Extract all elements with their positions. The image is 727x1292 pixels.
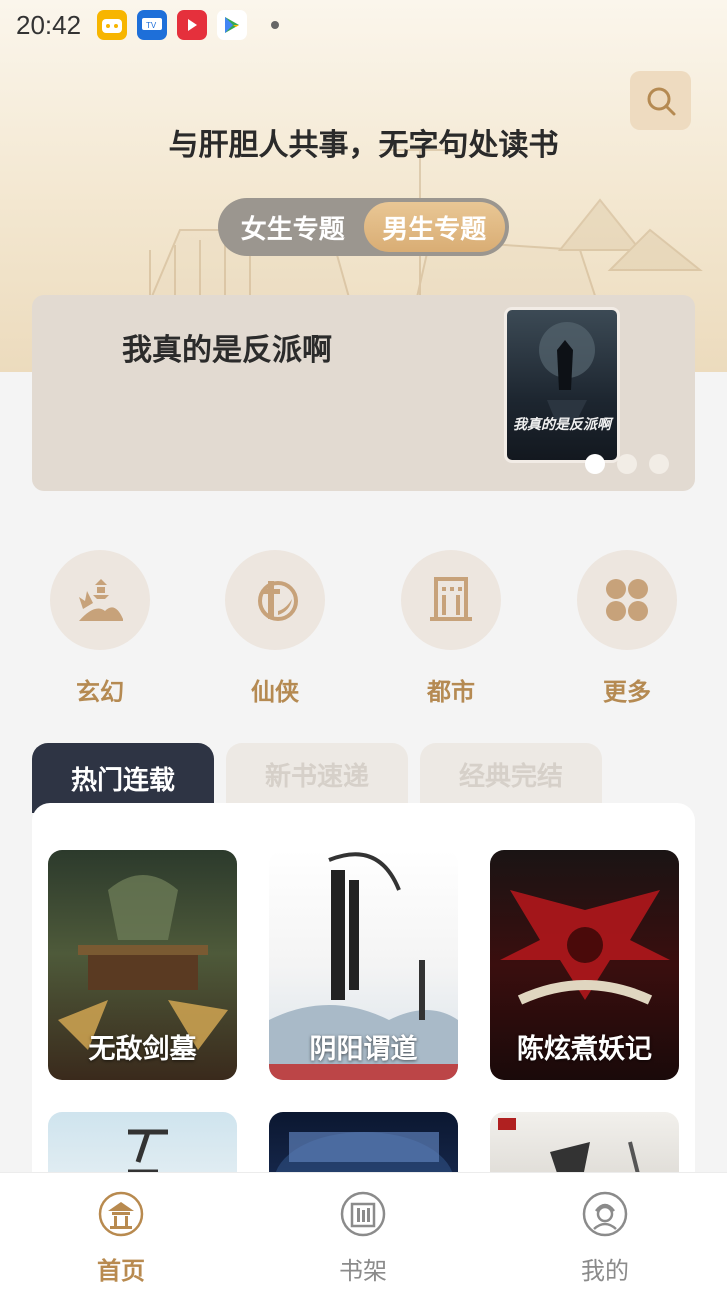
nav-label: 首页 (97, 1257, 145, 1285)
category-label: 玄幻 (76, 677, 124, 706)
sword-icon (258, 581, 298, 621)
book-card[interactable]: 陈炫煮妖记 (490, 850, 679, 1080)
banner-cover-art (539, 322, 595, 420)
banner-book-cover[interactable]: 我真的是反派啊 (504, 307, 620, 463)
gender-toggle: 女生专题 男生专题 (218, 198, 509, 256)
profile-icon (582, 1191, 628, 1237)
search-icon (647, 87, 675, 115)
bilibili-app-icon (97, 10, 128, 40)
category-more[interactable]: 更多 (577, 550, 677, 707)
notification-dot (271, 21, 280, 29)
bottom-navigation: 首页 书架 我的 (0, 1172, 727, 1292)
tab-male[interactable]: 男生专题 (363, 202, 505, 252)
book-title: 阴阳谓道 (309, 1034, 418, 1064)
tab-new-books[interactable]: 新书速递 (226, 743, 408, 805)
tv-app-icon: TV (137, 10, 168, 40)
tab-classic-completed[interactable]: 经典完结 (420, 743, 602, 805)
building-icon (430, 577, 472, 621)
category-xuanhuan[interactable]: 玄幻 (50, 550, 150, 707)
banner-pagination (585, 454, 669, 474)
status-time: 20:42 (16, 9, 82, 40)
pagination-dot[interactable] (649, 454, 669, 474)
book-grid-panel: 无敌剑墓 阴阳谓道 陈炫煮妖记 (32, 803, 695, 1203)
play-store-icon (217, 10, 248, 40)
slogan: 与肝胆人共事，无字句处读书 (168, 128, 559, 163)
nav-home[interactable]: 首页 (61, 1191, 181, 1286)
banner-title: 我真的是反派啊 (122, 333, 332, 368)
nav-label: 书架 (339, 1257, 387, 1285)
nav-profile[interactable]: 我的 (545, 1191, 665, 1286)
pagination-dot[interactable] (617, 454, 637, 474)
category-label: 更多 (603, 677, 651, 706)
status-bar: 20:42 TV (0, 0, 727, 50)
category-dushi[interactable]: 都市 (401, 550, 501, 707)
bookshelf-icon (340, 1191, 386, 1237)
grid-more-icon (606, 579, 648, 621)
home-pavilion-icon (98, 1191, 144, 1237)
pagination-dot-active[interactable] (585, 454, 605, 474)
banner-cover-text: 我真的是反派啊 (513, 417, 611, 433)
book-card[interactable]: 无敌剑墓 (48, 850, 237, 1080)
nav-bookshelf[interactable]: 书架 (303, 1191, 423, 1286)
category-xianxia[interactable]: 仙侠 (225, 550, 325, 707)
category-label: 都市 (427, 677, 475, 706)
category-row: 玄幻 仙侠 都市 更多 (0, 550, 727, 710)
video-app-icon (177, 10, 208, 40)
tab-female[interactable]: 女生专题 (222, 202, 364, 252)
book-title: 陈炫煮妖记 (517, 1034, 652, 1064)
nav-label: 我的 (581, 1257, 629, 1285)
svg-text:TV: TV (146, 21, 157, 30)
book-card[interactable]: 阴阳谓道 (269, 850, 458, 1080)
book-title: 无敌剑墓 (88, 1034, 197, 1064)
category-label: 仙侠 (251, 677, 299, 706)
pagoda-mountain-icon (79, 579, 123, 621)
featured-banner[interactable]: 我真的是反派啊 我真的是反派啊 (32, 295, 695, 491)
